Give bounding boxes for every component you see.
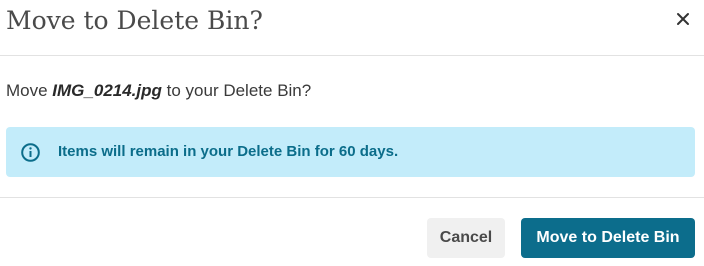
file-name: IMG_0214.jpg — [52, 81, 162, 100]
info-text: Items will remain in your Delete Bin for… — [58, 143, 399, 160]
confirmation-message: Move IMG_0214.jpg to your Delete Bin? — [6, 80, 311, 102]
info-banner: Items will remain in your Delete Bin for… — [6, 127, 695, 177]
message-prefix: Move — [6, 81, 53, 100]
cancel-button[interactable]: Cancel — [427, 218, 505, 258]
move-to-delete-bin-button[interactable]: Move to Delete Bin — [521, 218, 695, 258]
dialog-body: Move IMG_0214.jpg to your Delete Bin? It… — [0, 56, 704, 198]
close-icon — [676, 12, 690, 29]
dialog-title: Move to Delete Bin? — [6, 6, 263, 35]
dialog-header: Move to Delete Bin? — [0, 0, 704, 56]
dialog-footer: Cancel Move to Delete Bin — [0, 198, 704, 266]
info-icon — [21, 143, 40, 162]
close-button[interactable] — [672, 9, 694, 31]
message-suffix: to your Delete Bin? — [161, 81, 312, 100]
move-to-delete-bin-dialog: Move to Delete Bin? Move IMG_0214.jpg to… — [0, 0, 704, 266]
